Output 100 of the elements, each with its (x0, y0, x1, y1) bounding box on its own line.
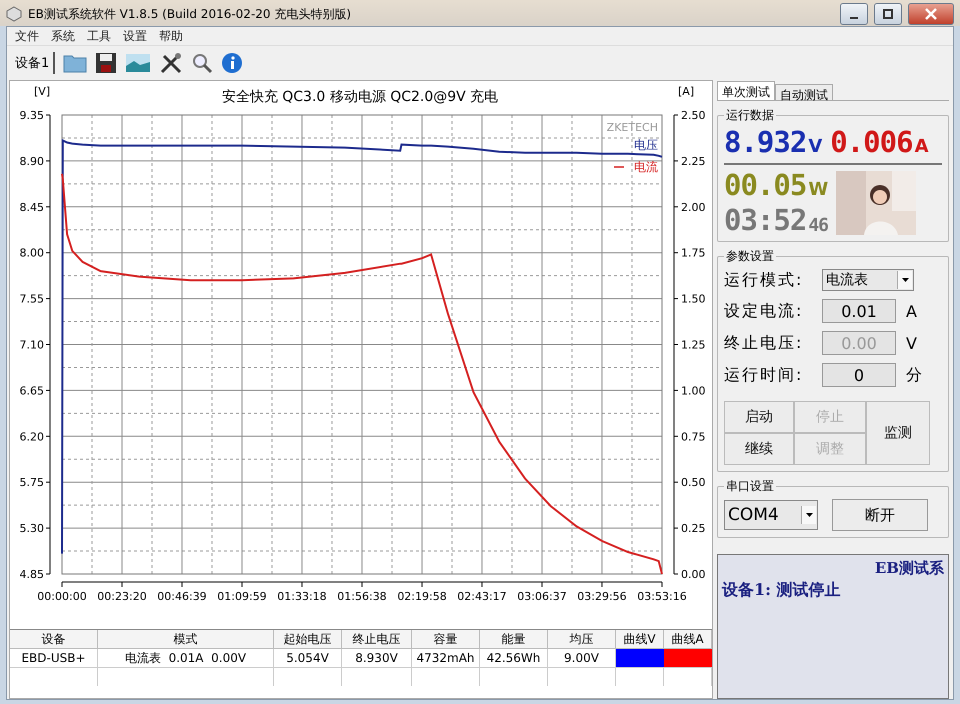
unit-label: W (808, 179, 828, 200)
group-title: 参数设置 (725, 248, 775, 265)
save-icon[interactable] (95, 52, 118, 74)
column-header: 起始电压 (274, 630, 342, 649)
axis-label: 7.55 (20, 292, 44, 306)
table-cell: 4732mAh (412, 649, 480, 668)
axis-label: 6.20 (20, 430, 44, 444)
tab[interactable]: 自动测试 (775, 84, 833, 100)
legend-label: 电压 (634, 138, 658, 152)
search-icon[interactable] (191, 52, 214, 74)
table-cell: 5.054V (274, 649, 342, 668)
disconnect-button[interactable]: 断开 (832, 499, 928, 531)
axis-label: 0.75 (681, 430, 706, 444)
axis-label: 9.35 (20, 109, 44, 122)
axis-label: 7.10 (20, 338, 44, 352)
input-field[interactable]: 0.01 (822, 299, 896, 323)
action-button[interactable]: 继续 (724, 433, 794, 465)
menu-item[interactable]: 系统 (47, 28, 79, 44)
brand-label: ZKETECH (606, 121, 658, 134)
port-dropdown[interactable]: COM4 (724, 500, 818, 530)
axis-label: 5.30 (20, 522, 44, 536)
axis-label: 2.50 (681, 109, 706, 122)
field-label: 终止电压: (724, 332, 804, 354)
image-icon[interactable] (125, 52, 152, 74)
app-icon (6, 6, 22, 22)
axis-label: 8.90 (20, 154, 44, 168)
axis-label: 01:56:38 (337, 590, 387, 603)
unit-label: V (906, 334, 917, 352)
time-reading: 03:52 (724, 206, 806, 235)
axis-label: 0.00 (681, 568, 706, 581)
status-marquee: EB测试系 (874, 559, 944, 578)
axis-label: 02:43:17 (457, 590, 507, 603)
table-cell: 电流表 0.01A 0.00V (98, 649, 274, 668)
close-icon (925, 8, 937, 20)
caret-icon (806, 513, 812, 517)
device-tab[interactable]: 设备1 (11, 52, 56, 74)
axis-label: 4.85 (20, 568, 44, 581)
axis-unit: [V] (34, 85, 50, 98)
column-header: 曲线V (616, 630, 664, 649)
axis-label: 02:19:58 (397, 590, 447, 603)
mode-dropdown[interactable]: 电流表 (822, 269, 914, 291)
monitor-button[interactable]: 监测 (866, 401, 930, 465)
menu-item[interactable]: 工具 (83, 28, 115, 44)
axis-label: 5.75 (20, 476, 44, 490)
column-header: 容量 (412, 630, 480, 649)
menu-item[interactable]: 帮助 (155, 28, 187, 44)
minimize-button[interactable] (840, 3, 868, 25)
axis-label: 03:06:37 (517, 590, 567, 603)
column-header: 设备 (10, 630, 98, 649)
field-label: 设定电流: (724, 300, 804, 322)
unit-label: A (914, 136, 928, 157)
axis-label: 1.25 (681, 338, 706, 352)
axis-label: 2.25 (681, 154, 706, 168)
group-title: 运行数据 (725, 107, 775, 124)
menu-item[interactable]: 文件 (11, 28, 43, 44)
unit-label: A (906, 302, 917, 320)
column-header: 曲线A (664, 630, 712, 649)
action-button[interactable]: 启动 (724, 401, 794, 433)
status-message: 设备1: 测试停止 (722, 580, 842, 601)
tools-icon[interactable] (159, 52, 184, 74)
axis-label: 0.25 (681, 522, 706, 536)
axis-label: 8.45 (20, 200, 44, 214)
table-cell: EBD-USB+ (10, 649, 98, 668)
axis-label: 01:33:18 (277, 590, 327, 603)
axis-unit: [A] (678, 85, 694, 98)
legend-label: 电流 (634, 160, 658, 174)
input-field[interactable]: 0 (822, 363, 896, 387)
info-icon[interactable] (221, 52, 244, 74)
legend-line (614, 166, 624, 168)
axis-label: 1.00 (681, 384, 706, 398)
maximize-button[interactable] (874, 3, 902, 25)
axis-label: 1.75 (681, 246, 706, 260)
column-header: 均压 (548, 630, 616, 649)
column-header: 模式 (98, 630, 274, 649)
caret-icon (902, 278, 908, 282)
column-header: 能量 (480, 630, 548, 649)
unit-label: V (808, 136, 822, 157)
axis-label: 8.00 (20, 246, 44, 260)
close-button[interactable] (908, 3, 954, 25)
menu-item[interactable]: 设置 (119, 28, 151, 44)
axis-label: 03:29:56 (577, 590, 627, 603)
maximize-icon (883, 9, 893, 19)
tab[interactable]: 单次测试 (717, 81, 775, 100)
axis-label: 00:00:00 (37, 590, 87, 603)
minimize-icon (850, 17, 858, 19)
axis-label: 1.50 (681, 292, 706, 306)
chart-title: 安全快充 QC3.0 移动电源 QC2.0@9V 充电 (222, 89, 498, 105)
window-title: EB测试系统软件 V1.8.5 (Build 2016-02-20 充电头特别版) (28, 6, 352, 22)
axis-label: 0.50 (681, 476, 706, 490)
seconds-reading: 46 (808, 217, 828, 235)
axis-label: 2.00 (681, 200, 706, 214)
axis-label: 03:53:16 (637, 590, 687, 603)
field-label: 运行模式: (724, 270, 804, 290)
column-header: 终止电压 (342, 630, 412, 649)
table-cell: 42.56Wh (480, 649, 548, 668)
current-reading: 0.006 (830, 128, 913, 157)
unit-label: 分 (906, 364, 922, 386)
axis-label: 01:09:59 (217, 590, 267, 603)
group-title: 串口设置 (725, 478, 775, 495)
table-cell: 8.930V (342, 649, 412, 668)
